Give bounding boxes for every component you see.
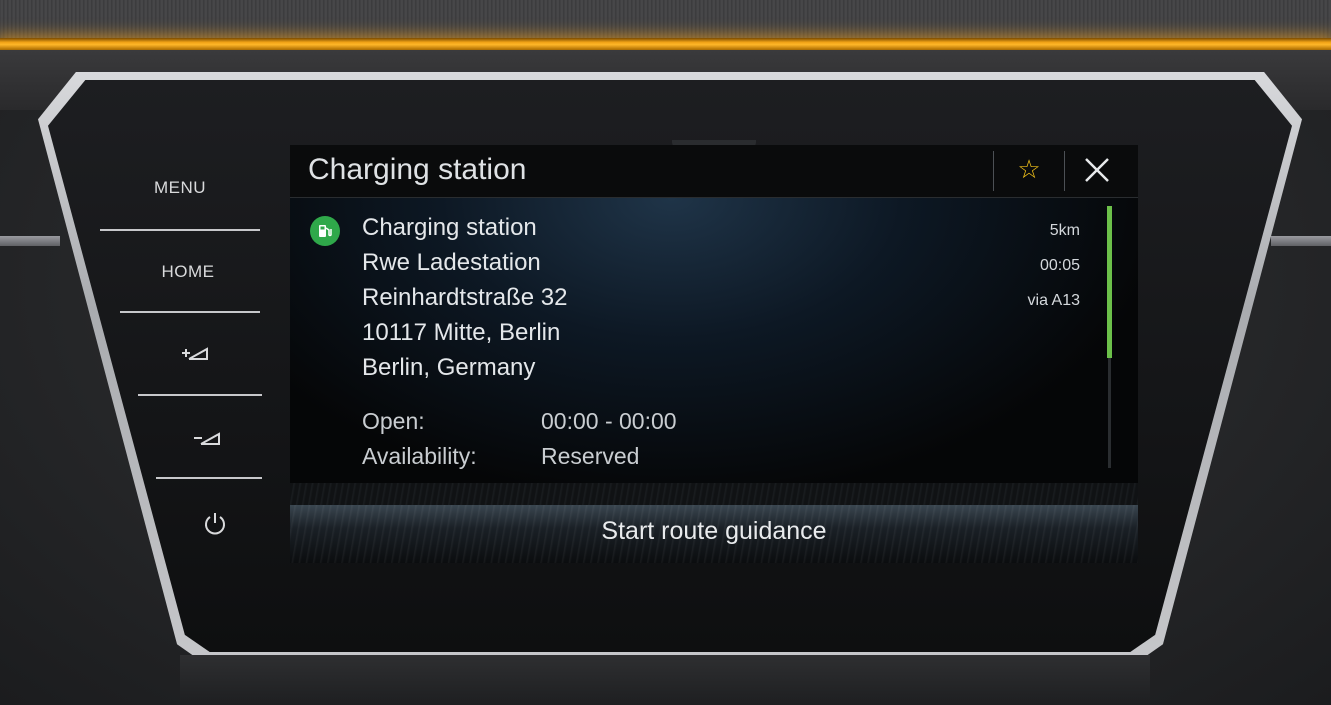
volume-down-button[interactable]	[186, 428, 226, 452]
star-icon: ☆	[1017, 155, 1041, 185]
favorite-button[interactable]: ☆	[1014, 153, 1044, 187]
home-button[interactable]: HOME	[148, 262, 228, 282]
ambient-light-strip	[0, 38, 1331, 50]
chrome-trim-left	[0, 236, 60, 246]
power-icon	[205, 513, 225, 535]
dashboard-lower-trim	[180, 655, 1150, 705]
touchscreen: Charging station ☆ Charging station Rwe …	[290, 145, 1138, 563]
close-button[interactable]	[1080, 151, 1114, 189]
page-title: Charging station	[308, 153, 527, 186]
fuel-pump-icon	[319, 225, 332, 237]
scrollbar-thumb[interactable]	[1107, 206, 1112, 358]
charging-station-icon	[310, 216, 340, 246]
button-separator	[156, 477, 262, 479]
power-button[interactable]	[198, 511, 232, 541]
poi-details-panel[interactable]: Charging station Rwe Ladestation Reinhar…	[290, 198, 1138, 483]
start-route-guidance-label: Start route guidance	[601, 517, 827, 545]
button-separator	[138, 394, 262, 396]
volume-up-button[interactable]	[174, 343, 214, 367]
title-divider	[993, 151, 994, 191]
start-route-guidance-button[interactable]: Start route guidance	[290, 505, 1138, 563]
opening-hours-value: 00:00 - 00:00	[541, 408, 677, 434]
title-divider	[1064, 151, 1065, 191]
poi-region: Berlin, Germany	[362, 354, 536, 381]
volume-down-icon	[194, 432, 220, 445]
title-bar: Charging station ☆	[290, 145, 1138, 198]
poi-name: Charging station	[362, 214, 537, 241]
close-icon	[1085, 158, 1109, 182]
availability-value: Reserved	[541, 443, 640, 469]
menu-button[interactable]: MENU	[140, 178, 220, 198]
dashboard-leather	[0, 0, 1331, 42]
poi-duration: 00:05	[1039, 257, 1080, 274]
opening-hours-label: Open:	[362, 408, 425, 434]
poi-distance: 5km	[1049, 222, 1080, 239]
button-separator	[100, 229, 260, 231]
menu-button-label: MENU	[153, 178, 207, 197]
volume-up-icon	[182, 347, 208, 360]
home-button-label: HOME	[161, 262, 215, 281]
panel-divider	[290, 483, 1138, 505]
poi-city: 10117 Mitte, Berlin	[362, 319, 561, 346]
poi-route-via: via A13	[1027, 292, 1080, 309]
button-separator	[120, 311, 260, 313]
poi-operator: Rwe Ladestation	[362, 249, 541, 276]
availability-label: Availability:	[362, 443, 477, 469]
poi-street: Reinhardtstraße 32	[362, 284, 568, 311]
chrome-trim-right	[1271, 236, 1331, 246]
